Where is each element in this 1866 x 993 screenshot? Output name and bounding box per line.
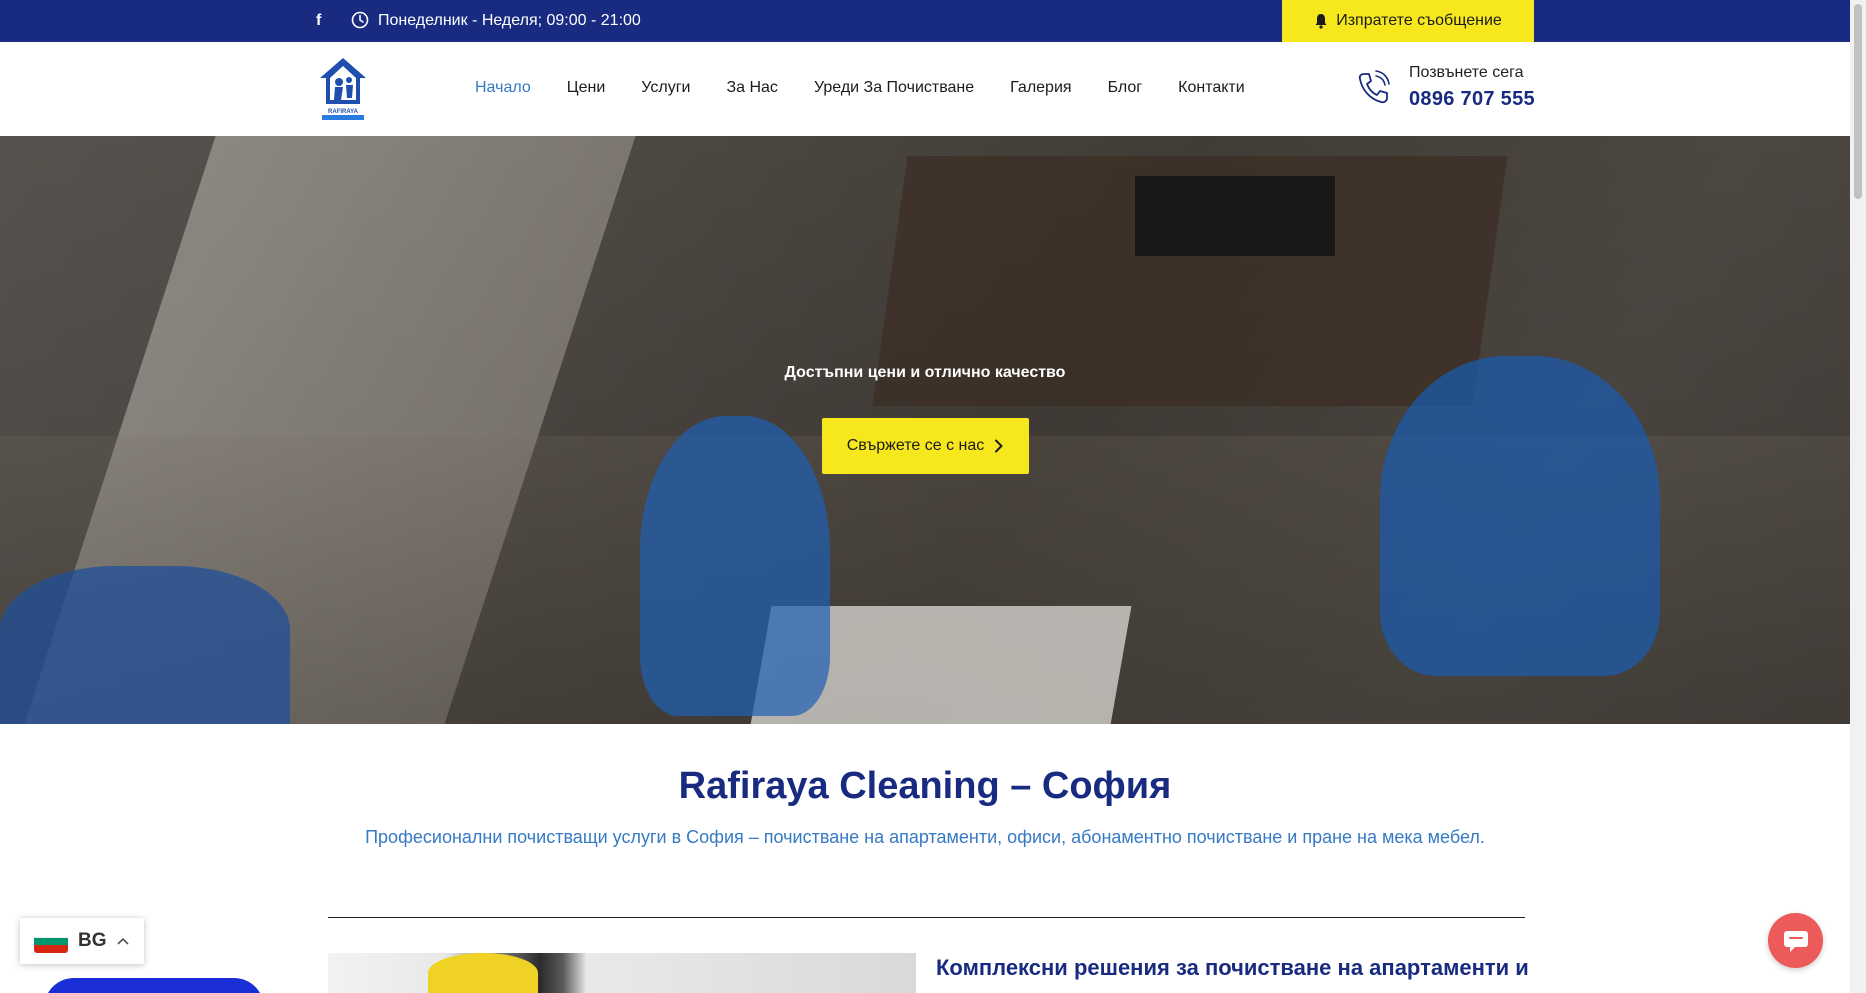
page-subtitle: Професионални почистващи услуги в София …	[365, 827, 1485, 847]
call-now-label: Позвънете сега	[1409, 64, 1524, 81]
rafiraya-logo[interactable]: RAFIRAYA	[318, 56, 368, 122]
chevron-up-icon	[117, 938, 128, 945]
nav-item-about[interactable]: За Нас	[726, 78, 777, 98]
floating-blue-button[interactable]	[44, 978, 264, 993]
section-divider	[328, 917, 1525, 918]
language-switcher[interactable]: BG	[20, 918, 144, 964]
nav-item-home[interactable]: Начало	[475, 78, 531, 98]
contact-us-label: Свържете се с нас	[846, 437, 985, 454]
phone-icon[interactable]	[1356, 70, 1390, 106]
scrollbar-thumb[interactable]	[1854, 4, 1862, 199]
clock-icon	[351, 11, 369, 29]
hero-banner: Достъпни цени и отлично качество Свържет…	[0, 136, 1850, 724]
chat-button[interactable]	[1768, 913, 1823, 968]
send-message-label: Изпратете съобщение	[1336, 12, 1502, 29]
phone-number[interactable]: 0896 707 555	[1409, 88, 1535, 111]
hero-image-monitor	[1135, 176, 1335, 256]
language-code: BG	[78, 930, 107, 951]
main-nav: Начало Цени Услуги За Нас Уреди За Почис…	[475, 78, 1281, 98]
facebook-icon[interactable]: f	[316, 11, 328, 31]
section-heading: Комплексни решения за почистване на апар…	[936, 955, 1529, 980]
nav-item-blog[interactable]: Блог	[1108, 78, 1143, 98]
nav-item-cleaning-equipment[interactable]: Уреди За Почистване	[814, 78, 974, 98]
working-hours: Понеделник - Неделя; 09:00 - 21:00	[378, 12, 641, 29]
svg-text:RAFIRAYA: RAFIRAYA	[328, 109, 359, 115]
bell-icon	[1315, 14, 1327, 29]
bulgaria-flag-icon	[34, 929, 68, 953]
send-message-button[interactable]: Изпратете съобщение	[1282, 0, 1534, 42]
chat-bubble-icon	[1783, 930, 1808, 952]
apartment-cleaning-image	[328, 953, 916, 993]
contact-us-button[interactable]: Свържете се с нас	[822, 418, 1029, 474]
hero-image-cleaner-right	[1380, 356, 1660, 676]
image-cleaner-figure	[428, 953, 538, 993]
nav-item-prices[interactable]: Цени	[567, 78, 606, 98]
hero-tagline: Достъпни цени и отлично качество	[784, 364, 1066, 381]
top-bar: f Понеделник - Неделя; 09:00 - 21:00 Изп…	[0, 0, 1850, 42]
site-header: RAFIRAYA Начало Цени Услуги За Нас Уреди…	[0, 42, 1850, 136]
hero-image-cleaner-center	[640, 416, 830, 716]
page-title: Rafiraya Cleaning – София	[678, 765, 1172, 807]
chevron-right-icon	[995, 439, 1003, 453]
nav-item-contacts[interactable]: Контакти	[1178, 78, 1245, 98]
nav-item-gallery[interactable]: Галерия	[1010, 78, 1071, 98]
nav-item-services[interactable]: Услуги	[641, 78, 690, 98]
page-scrollbar[interactable]	[1850, 0, 1866, 993]
hero-image-cleaner-left	[0, 566, 290, 724]
